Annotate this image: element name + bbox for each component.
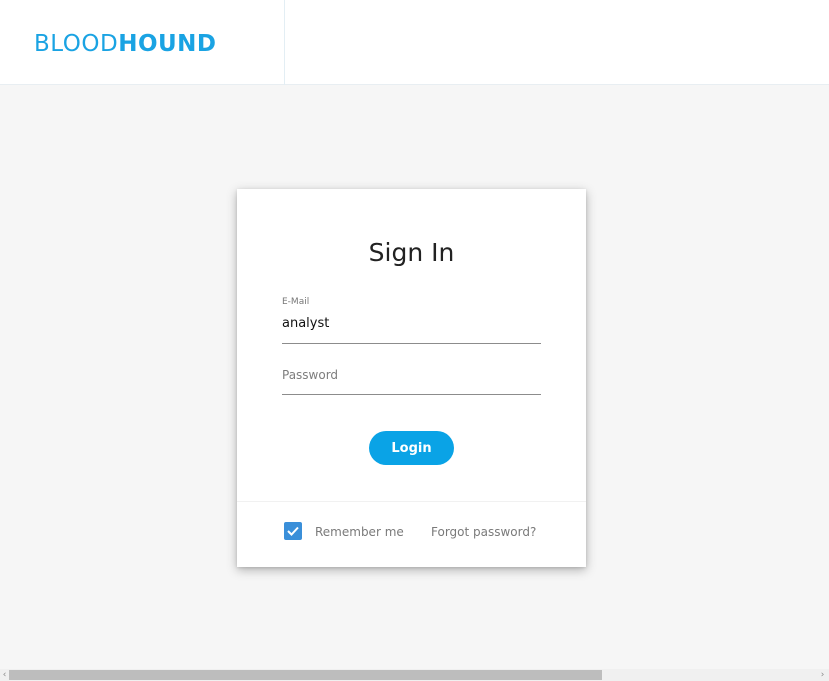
- horizontal-scrollbar[interactable]: ‹ ›: [0, 669, 829, 681]
- email-field[interactable]: E-Mail analyst: [282, 295, 541, 344]
- bloodhound-logo: BLOODHOUND: [34, 29, 217, 59]
- remember-me-label[interactable]: Remember me: [315, 524, 404, 540]
- scroll-right-arrow-icon[interactable]: ›: [818, 669, 827, 681]
- login-button[interactable]: Login: [369, 431, 454, 465]
- remember-me-checkbox[interactable]: [284, 522, 302, 540]
- sign-in-title: Sign In: [368, 238, 455, 267]
- forgot-password-link[interactable]: Forgot password?: [431, 524, 536, 540]
- checkmark-icon: [287, 526, 299, 536]
- logo-text-light: BLOOD: [34, 31, 119, 57]
- card-divider: [237, 501, 586, 502]
- email-value[interactable]: analyst: [282, 315, 329, 332]
- sign-in-card: Sign In E-Mail analyst Password Login Re…: [237, 189, 586, 567]
- password-field[interactable]: Password: [282, 361, 541, 395]
- top-bar: BLOODHOUND: [0, 0, 829, 85]
- scrollbar-thumb[interactable]: [9, 670, 602, 680]
- email-label: E-Mail: [282, 297, 310, 307]
- password-placeholder: Password: [282, 368, 339, 382]
- logo-text-bold: HOUND: [118, 31, 217, 57]
- scroll-left-arrow-icon[interactable]: ‹: [0, 669, 9, 681]
- brand-area: BLOODHOUND: [0, 0, 285, 85]
